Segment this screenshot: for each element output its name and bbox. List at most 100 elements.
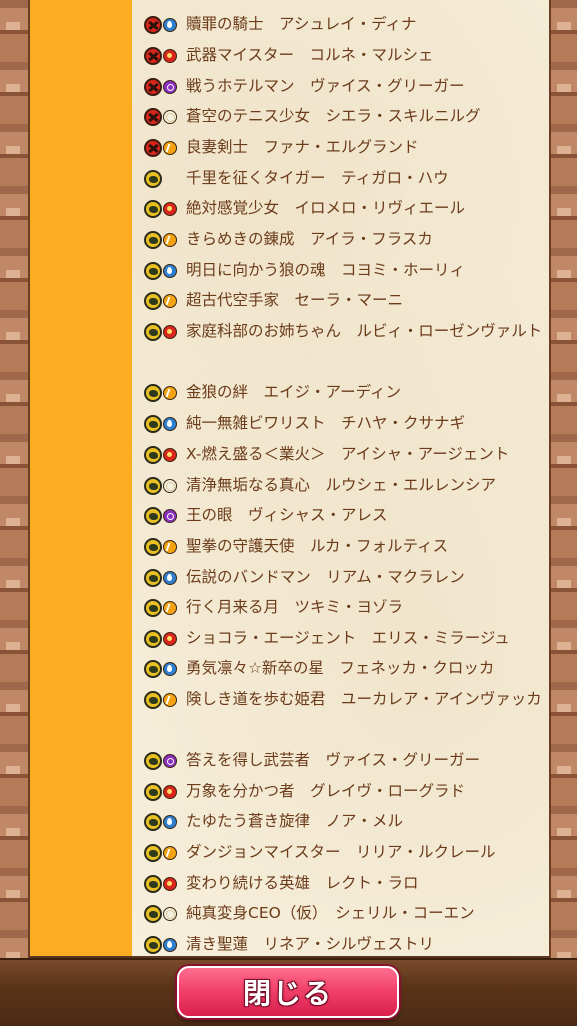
left-frame-border [0, 0, 30, 958]
list-item-label: ショコラ・エージェント エリス・ミラージュ [186, 629, 510, 647]
water-icon [163, 17, 177, 32]
fist-icon [144, 476, 162, 495]
list-item-label: 変わり続ける英雄 レクト・ラロ [186, 874, 419, 892]
list-item: 純真変身CEO（仮） シェリル・コーエン [144, 898, 544, 929]
list-item: 変わり続ける英雄 レクト・ラロ [144, 868, 544, 899]
close-button[interactable]: 閉じる [177, 966, 399, 1018]
fire-icon [163, 48, 177, 63]
dark-icon [163, 508, 177, 523]
attribute-icons [144, 904, 184, 924]
fist-icon [144, 782, 162, 801]
fist-icon [144, 291, 162, 310]
sword-cross-icon [144, 138, 162, 157]
fire-icon [163, 324, 177, 339]
list-item-label: 純真変身CEO（仮） シェリル・コーエン [186, 904, 475, 922]
fist-icon [144, 169, 162, 188]
list-item-label: 千里を征くタイガー ティガロ・ハウ [186, 169, 449, 187]
list-item: 絶対感覚少女 イロメロ・リヴィエール [144, 193, 544, 224]
fist-icon [144, 261, 162, 280]
fist-icon [144, 690, 162, 709]
list-item-label: 険しき道を歩む姫君 ユーカレア・アインヴァッカ [186, 690, 542, 708]
water-icon [163, 570, 177, 585]
list-item: 清き聖蓮 リネア・シルヴェストリ [144, 929, 544, 956]
list-item-label: 万象を分かつ者 グレイヴ・ローグラド [186, 782, 466, 800]
fist-icon [144, 874, 162, 893]
thunder-icon [163, 293, 177, 308]
sword-cross-icon [144, 46, 162, 65]
list-item-label: 金狼の絆 エイジ・アーディン [186, 383, 401, 401]
sword-cross-icon [144, 15, 162, 34]
list-item: ショコラ・エージェント エリス・ミラージュ [144, 623, 544, 654]
list-item: 伝説のバンドマン リアム・マクラレン [144, 562, 544, 593]
list-item-label: 王の眼 ヴィシャス・アレス [186, 506, 388, 524]
close-button-label: 閉じる [242, 977, 333, 1010]
list-item: 戦うホテルマン ヴァイス・グリーガー [144, 71, 544, 102]
list-item-label: ダンジョンマイスター リリア・ルクレール [186, 843, 496, 861]
attribute-icons [144, 107, 184, 127]
list-item-label: 伝説のバンドマン リアム・マクラレン [186, 568, 465, 586]
list-item-label: 贖罪の騎士 アシュレイ・ディナ [186, 15, 417, 33]
attribute-icons [144, 77, 184, 97]
fire-icon [163, 876, 177, 891]
fist-icon [144, 414, 162, 433]
water-icon [163, 661, 177, 676]
fist-icon [144, 322, 162, 341]
list-item-label: 純一無雑ビワリスト チハヤ・クサナギ [186, 414, 466, 432]
attribute-icons [144, 169, 184, 189]
sword-cross-icon [144, 77, 162, 96]
fist-icon [144, 537, 162, 556]
attribute-icons [144, 445, 184, 465]
attribute-icons [144, 383, 184, 403]
list-item-label: 武器マイスター コルネ・マルシェ [186, 46, 434, 64]
list-item-label: 蒼空のテニス少女 シエラ・スキルニルグ [186, 107, 481, 125]
list-item-label: 家庭科部のお姉ちゃん ルビィ・ローゼンヴァルト [186, 322, 543, 340]
attribute-icons [144, 751, 184, 771]
dark-icon [163, 79, 177, 94]
attribute-icons [144, 15, 184, 35]
attribute-icons [144, 322, 184, 342]
thunder-icon [163, 692, 177, 707]
fire-icon [163, 631, 177, 646]
list-item: 家庭科部のお姉ちゃん ルビィ・ローゼンヴァルト [144, 316, 544, 347]
list-item-label: たゆたう蒼き旋律 ノア・メル [186, 812, 404, 830]
water-icon [163, 937, 177, 952]
list-item: 千里を征くタイガー ティガロ・ハウ [144, 163, 544, 194]
fist-icon [144, 751, 162, 770]
attribute-icons [144, 935, 184, 955]
attribute-icons [144, 199, 184, 219]
thunder-icon [163, 140, 177, 155]
list-item-label: 明日に向かう狼の魂 コヨミ・ホーリィ [186, 261, 466, 279]
fire-icon [163, 784, 177, 799]
list-item-label: 清き聖蓮 リネア・シルヴェストリ [186, 935, 435, 953]
list-item: 聖拳の守護天使 ルカ・フォルティス [144, 531, 544, 562]
light-icon [163, 109, 177, 124]
list-item-label: 勇気凛々☆新卒の星 フェネッカ・クロッカ [186, 659, 495, 677]
attribute-icons [144, 874, 184, 894]
sword-cross-icon [144, 107, 162, 126]
list-item: 武器マイスター コルネ・マルシェ [144, 40, 544, 71]
list-item: 良妻剣士 ファナ・エルグランド [144, 132, 544, 163]
list-item-label: 良妻剣士 ファナ・エルグランド [186, 138, 419, 156]
list-item-label: 行く月来る月 ツキミ・ヨゾラ [186, 598, 404, 616]
character-list[interactable]: 贖罪の騎士 アシュレイ・ディナ 武器マイスター コルネ・マルシェ 戦うホテルマン… [132, 0, 549, 956]
attribute-icons [144, 843, 184, 863]
list-item: 金狼の絆 エイジ・アーディン [144, 377, 544, 408]
fist-icon [144, 506, 162, 525]
attribute-icons [144, 629, 184, 649]
list-item: 超古代空手家 セーラ・マーニ [144, 285, 544, 316]
fist-icon [144, 843, 162, 862]
list-item-label: 聖拳の守護天使 ルカ・フォルティス [186, 537, 449, 555]
list-item: たゆたう蒼き旋律 ノア・メル [144, 806, 544, 837]
right-frame-border [549, 0, 577, 958]
attribute-icons [144, 598, 184, 618]
list-item-label: 絶対感覚少女 イロメロ・リヴィエール [186, 199, 466, 217]
list-item: 清浄無垢なる真心 ルウシェ・エルレンシア [144, 470, 544, 501]
side-panel [30, 0, 132, 956]
attribute-icons [144, 537, 184, 557]
attribute-icons [144, 414, 184, 434]
thunder-icon [163, 845, 177, 860]
fist-icon [144, 904, 162, 923]
dark-icon [163, 753, 177, 768]
list-item: きらめきの錬成 アイラ・フラスカ [144, 224, 544, 255]
fire-icon [163, 447, 177, 462]
